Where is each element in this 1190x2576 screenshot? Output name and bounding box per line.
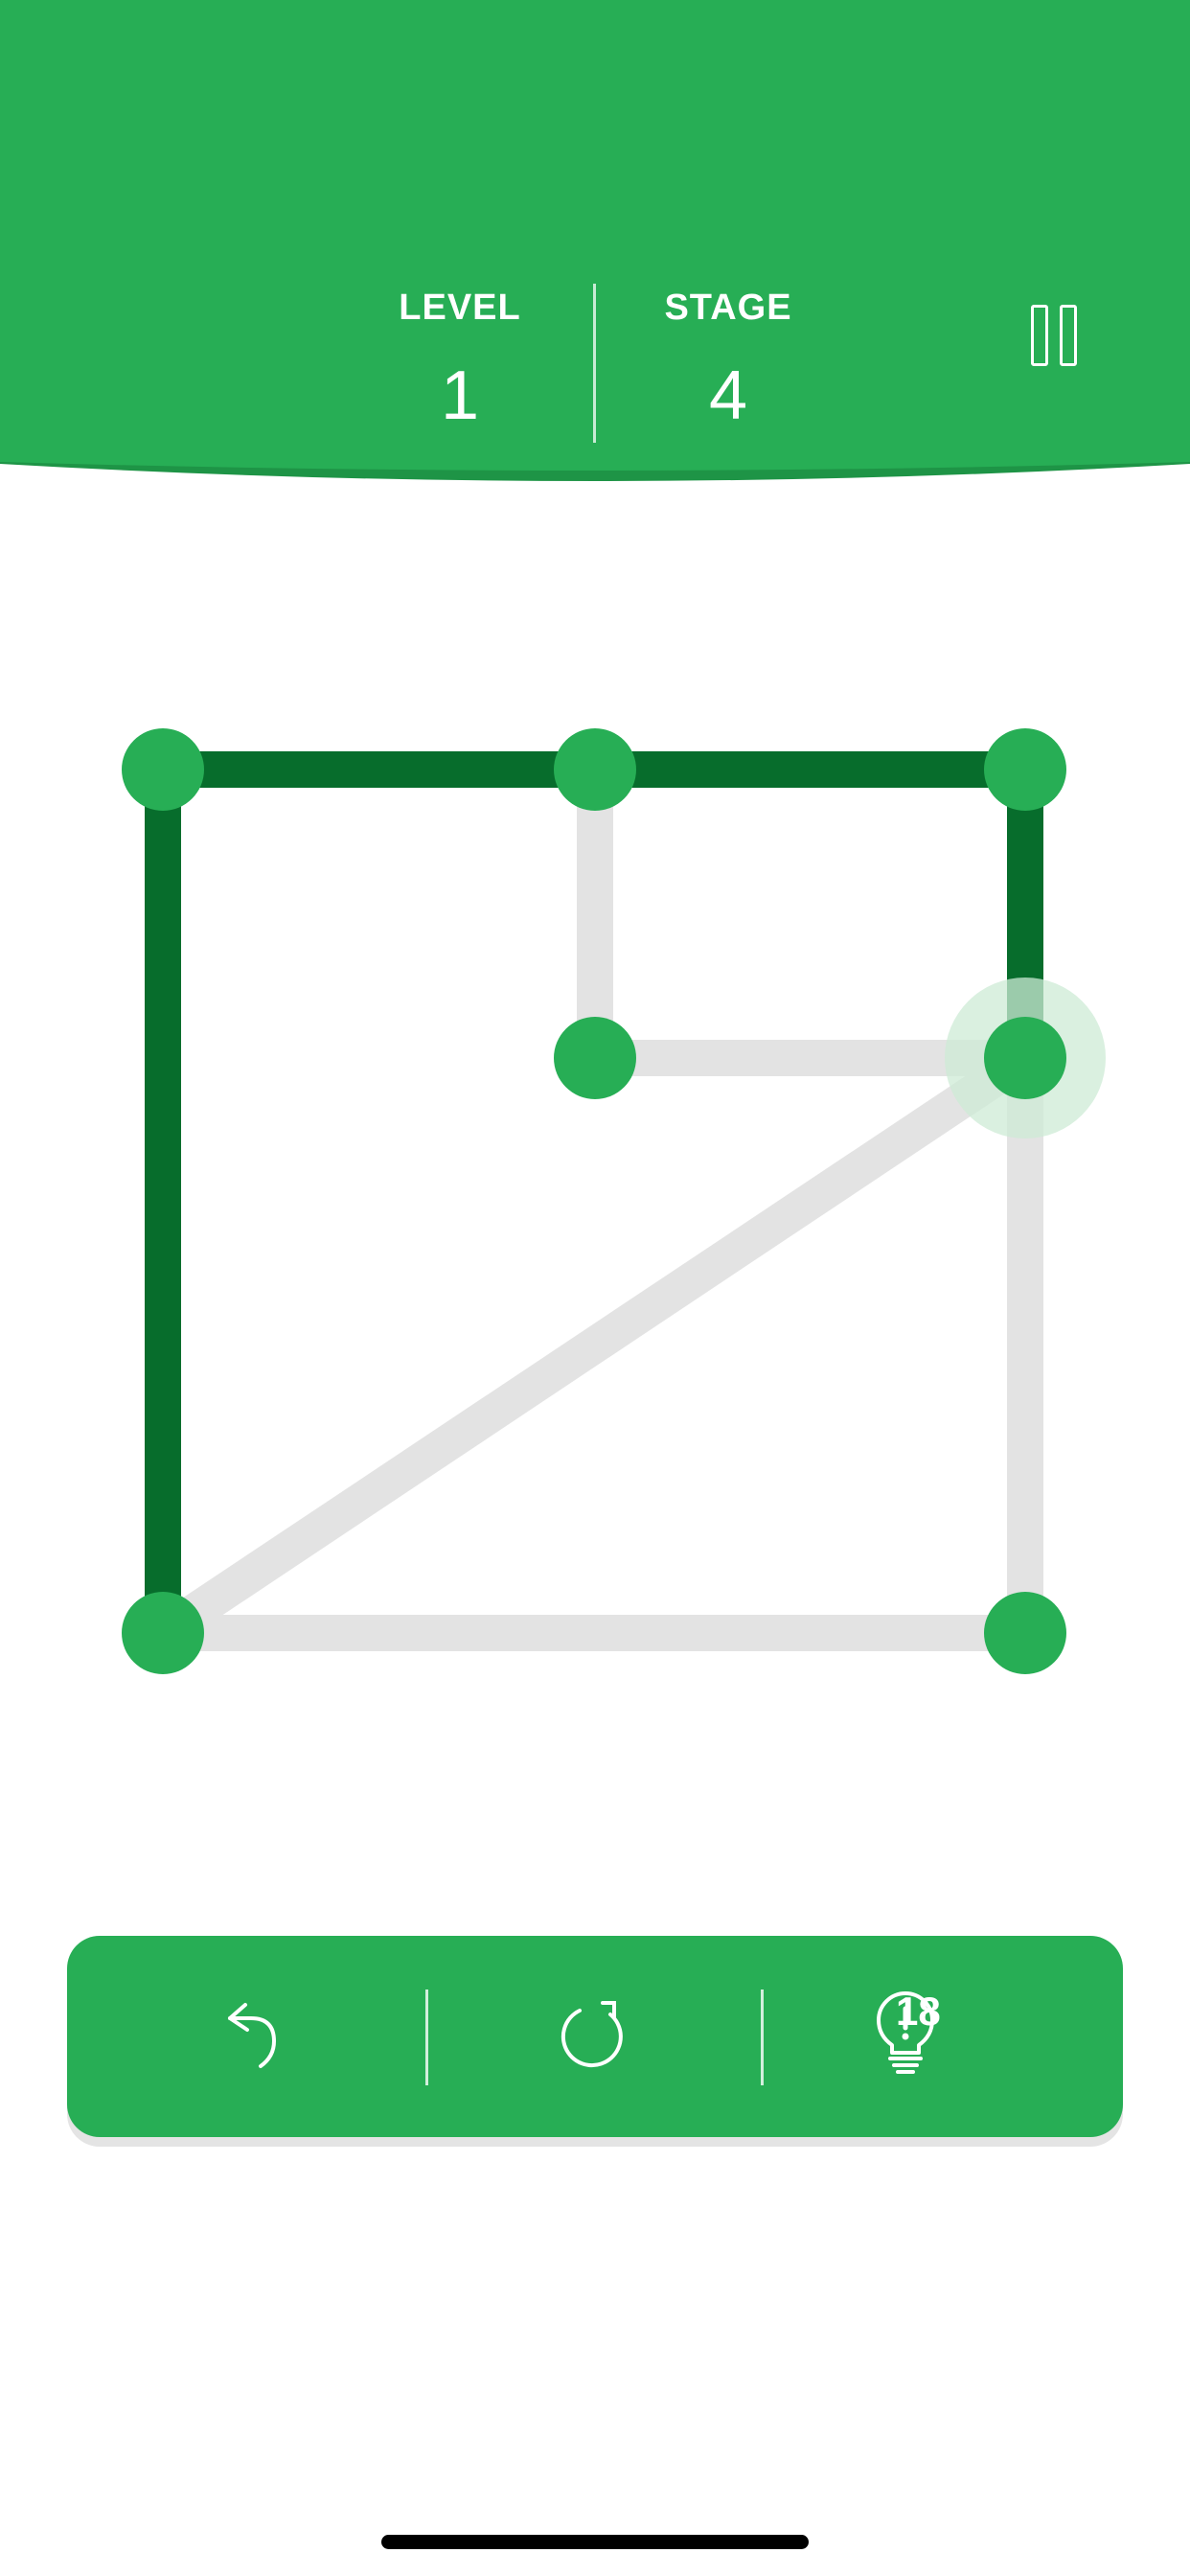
puzzle-node[interactable] — [122, 1592, 204, 1674]
undo-button[interactable] — [67, 1936, 426, 2137]
undo-icon — [228, 2003, 277, 2068]
home-indicator — [381, 2535, 809, 2549]
hint-count: 18 — [896, 1989, 941, 2034]
puzzle-node[interactable] — [554, 728, 636, 811]
puzzle-node[interactable] — [122, 728, 204, 811]
puzzle-node[interactable] — [984, 1592, 1066, 1674]
untraced-edge — [137, 1032, 1051, 1659]
puzzle-node[interactable] — [554, 1017, 636, 1099]
hint-button[interactable] — [762, 1936, 1123, 2137]
puzzle-node[interactable] — [984, 728, 1066, 811]
control-panel — [67, 1936, 1123, 2137]
puzzle-board[interactable] — [0, 0, 1190, 2576]
restart-button[interactable] — [426, 1936, 762, 2137]
active-node[interactable] — [984, 1017, 1066, 1099]
restart-icon — [561, 2001, 623, 2068]
